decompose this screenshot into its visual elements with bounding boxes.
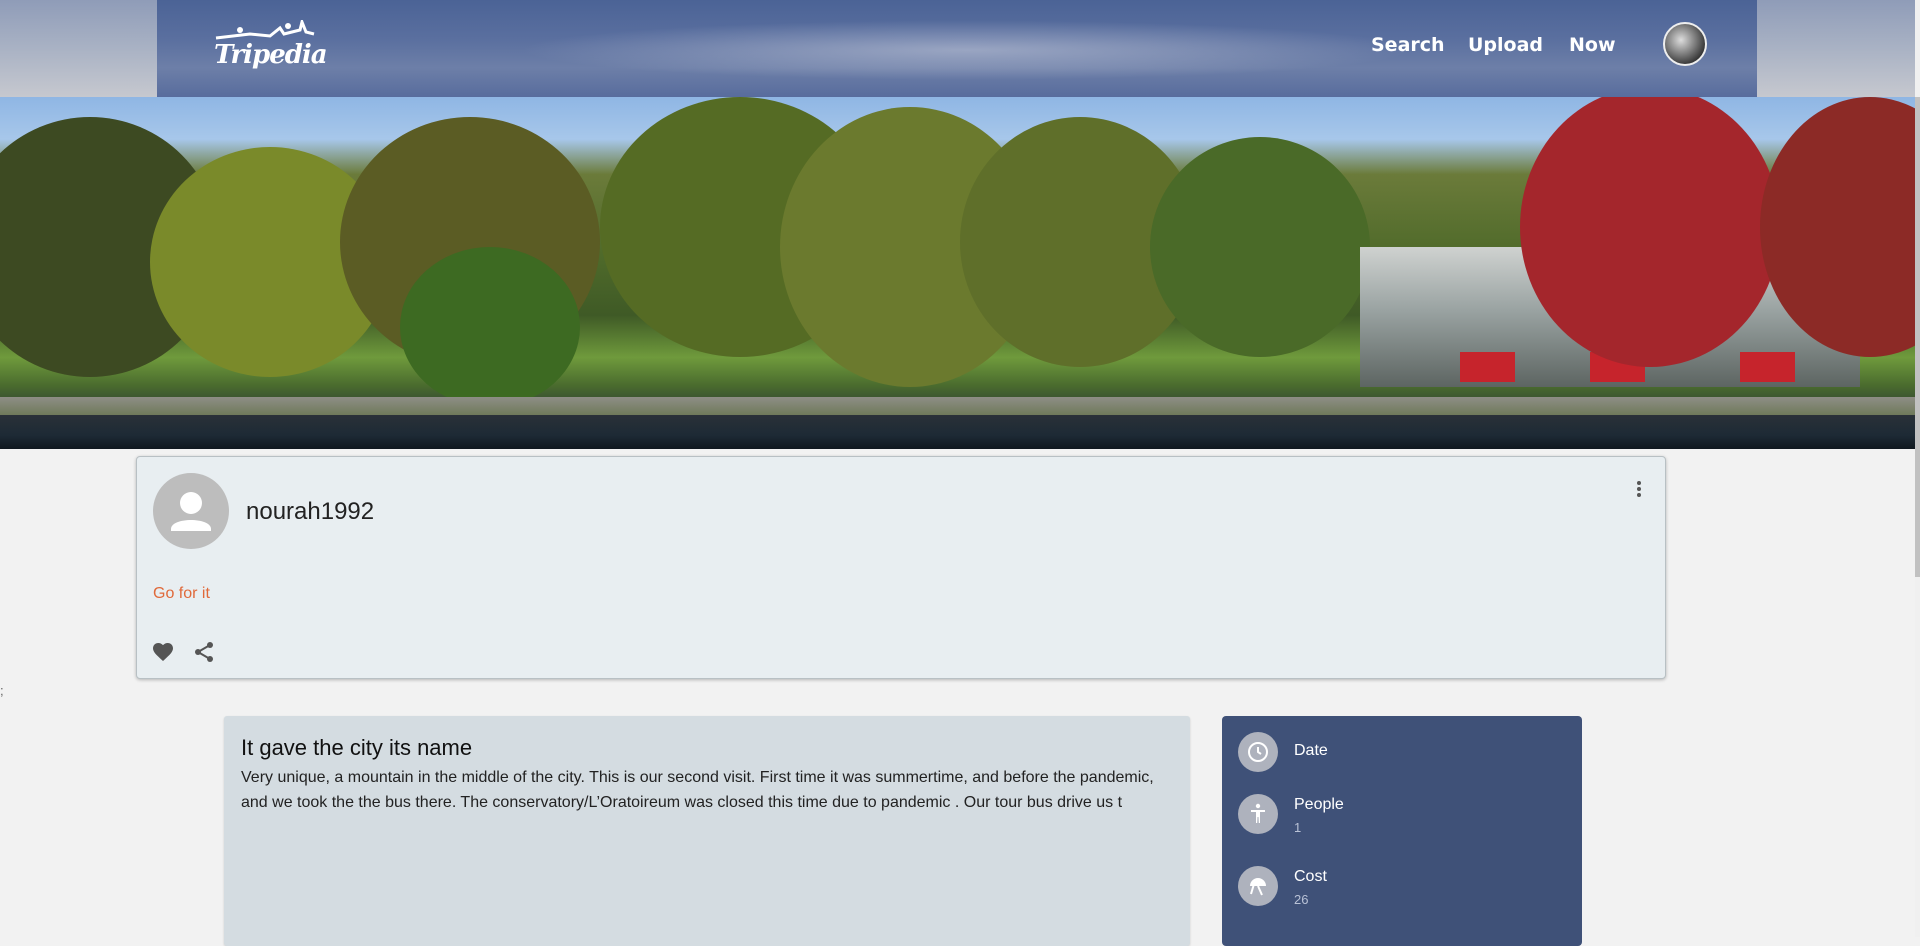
user-placeholder-icon[interactable] xyxy=(153,473,229,549)
hero-building-panel xyxy=(1740,352,1795,382)
stray-semicolon: ; xyxy=(0,683,4,698)
more-vert-icon[interactable] xyxy=(1627,477,1651,501)
hero-water xyxy=(0,415,1915,449)
cost-value: 26 xyxy=(1294,892,1309,907)
hero-tree xyxy=(400,247,580,407)
people-value: 1 xyxy=(1294,820,1302,835)
post-tag: Go for it xyxy=(153,585,210,602)
nav-upload-link[interactable]: Upload xyxy=(1468,34,1543,56)
hero-tree xyxy=(1150,137,1370,357)
header-cloud-decoration xyxy=(517,20,1417,80)
post-username[interactable]: nourah1992 xyxy=(246,498,374,526)
person-icon xyxy=(1238,794,1278,834)
hero-park-photo xyxy=(0,97,1915,449)
person-silhouette-icon xyxy=(171,492,211,531)
tripedia-logo[interactable]: Tripedia xyxy=(210,20,328,74)
clock-icon xyxy=(1238,732,1278,772)
nav-search-link[interactable]: Search xyxy=(1371,34,1445,56)
review-title: It gave the city its name xyxy=(241,735,473,760)
heart-icon[interactable] xyxy=(151,640,175,664)
logo-text: Tripedia xyxy=(214,40,328,70)
scrollbar-thumb[interactable] xyxy=(1915,97,1920,577)
hero-tree-red xyxy=(1520,97,1780,367)
cost-icon xyxy=(1238,866,1278,906)
cost-label: Cost xyxy=(1294,868,1327,885)
post-card: nourah1992 Go for it xyxy=(136,456,1666,679)
trip-info-panel: Date People 1 Cost 26 xyxy=(1222,716,1582,946)
nav-now-link[interactable]: Now xyxy=(1569,34,1616,56)
share-icon[interactable] xyxy=(192,640,216,664)
review-body: Very unique, a mountain in the middle of… xyxy=(241,769,1154,811)
hero-path xyxy=(0,397,1915,415)
hero-building-panel xyxy=(1460,352,1515,382)
date-label: Date xyxy=(1294,742,1328,759)
review-card: It gave the city its name Very unique, a… xyxy=(224,716,1190,946)
profile-avatar[interactable] xyxy=(1663,22,1707,66)
people-label: People xyxy=(1294,796,1344,813)
